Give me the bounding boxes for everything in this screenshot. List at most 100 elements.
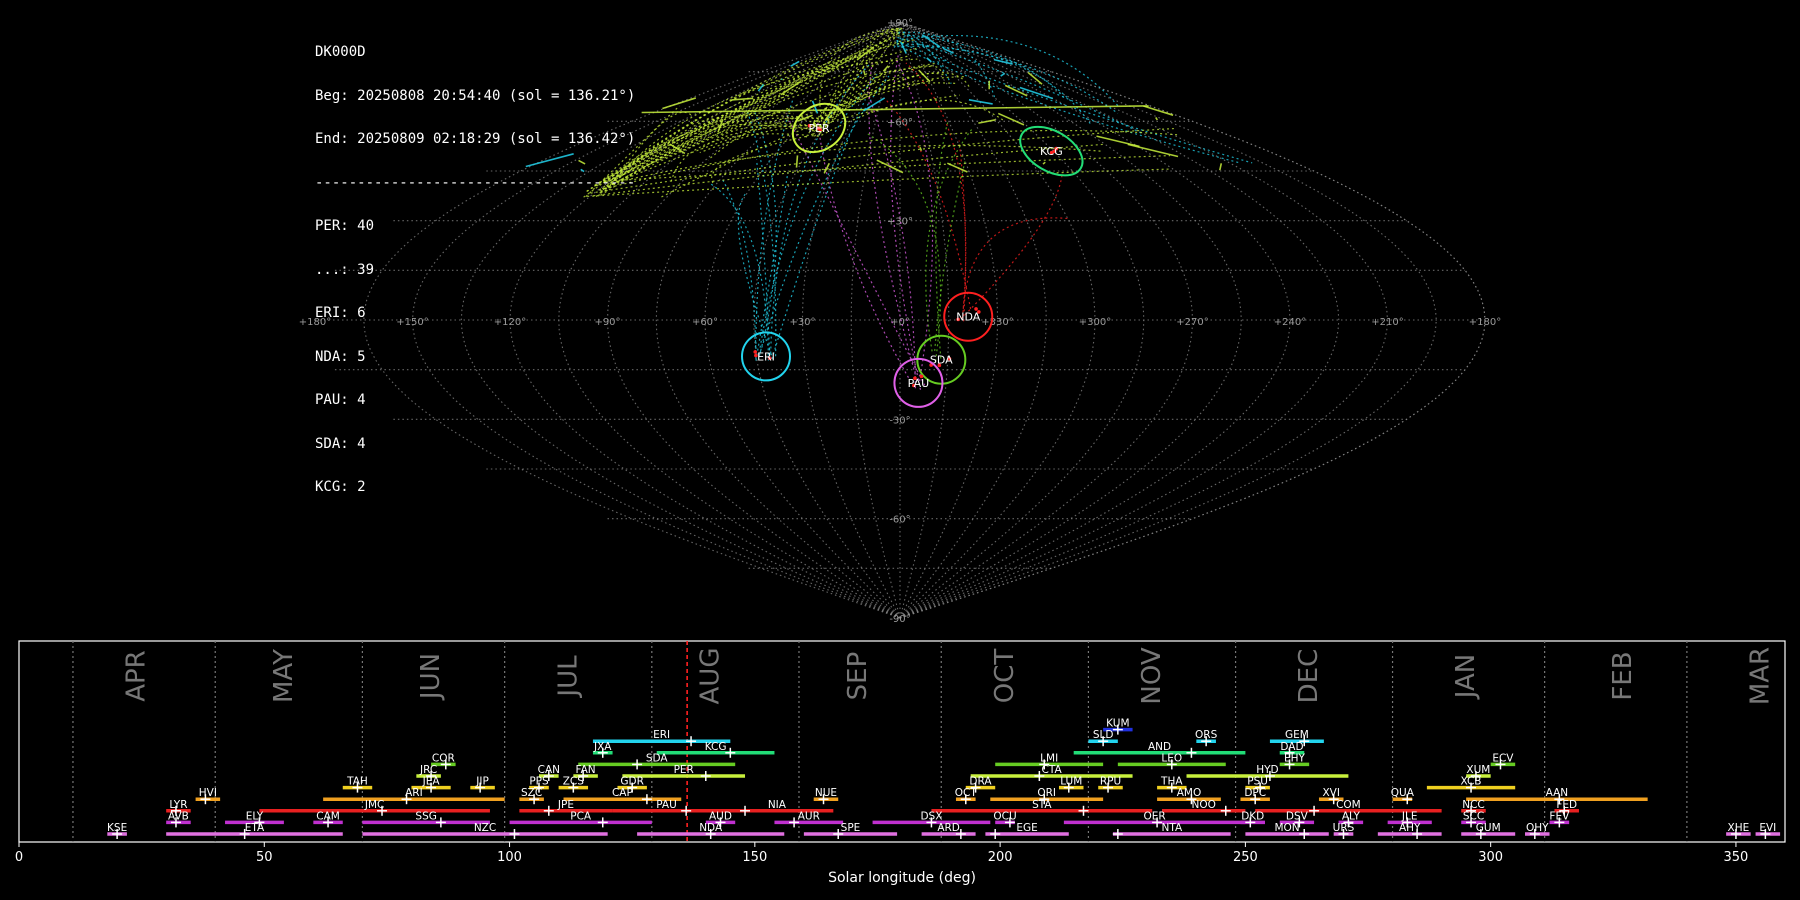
- shower-label: NIA: [768, 799, 787, 811]
- lat-tick-label: -90°: [889, 614, 910, 625]
- shower-count: ERI: 6: [315, 305, 366, 321]
- shower-label: STA: [1032, 799, 1052, 811]
- shower-label: JXA: [593, 741, 612, 753]
- x-tick-label: 200: [988, 850, 1013, 865]
- shower-label: MON: [1274, 822, 1299, 834]
- shower-label: SLD: [1093, 729, 1114, 741]
- shower-label: JPE: [557, 799, 574, 811]
- shower-count: ...: 39: [315, 261, 375, 278]
- station-id: DK000D: [315, 44, 366, 60]
- lat-tick-label: -60°: [889, 515, 910, 526]
- meteor-streak: [795, 155, 799, 168]
- lon-tick-label: +180°: [1469, 317, 1501, 328]
- shower-label: FED: [1556, 799, 1577, 811]
- month-label: FEB: [1608, 651, 1638, 700]
- lat-tick-label: -30°: [889, 415, 910, 426]
- shower-label: HVI: [199, 787, 217, 799]
- shower-label: AUR: [798, 810, 820, 822]
- shower-label: THA: [1160, 776, 1183, 788]
- shower-label: EHY: [1284, 752, 1306, 764]
- month-label: JUL: [553, 655, 583, 699]
- shower-label: AHY: [1399, 822, 1421, 834]
- shower-count: PER: 40: [315, 218, 375, 234]
- shower-label: HYD: [1256, 764, 1278, 776]
- shower-label: GEM: [1285, 729, 1309, 741]
- shower-label: NDA: [699, 822, 723, 834]
- shower-count: NDA: 5: [315, 348, 366, 365]
- shower-label: JIP: [475, 776, 489, 788]
- begin-time: Beg: 20250808 20:54:40 (sol = 136.21°): [315, 87, 636, 104]
- shower-label: XUM: [1466, 764, 1490, 776]
- shower-label: ETA: [245, 822, 265, 834]
- shower-label: EGE: [1016, 822, 1037, 834]
- shower-count: SDA: 4: [315, 435, 366, 452]
- shower-label: AMO: [1177, 787, 1202, 799]
- shower-label: SCC: [1463, 810, 1484, 822]
- x-axis-label: Solar longitude (deg): [828, 870, 976, 886]
- x-tick-label: 350: [1724, 850, 1749, 865]
- lon-tick-label: +270°: [1176, 317, 1208, 328]
- shower-label: SZC: [521, 787, 542, 799]
- shower-label: AUD: [709, 810, 732, 822]
- lon-tick-label: +30°: [789, 317, 815, 328]
- shower-label: ORI: [1037, 787, 1056, 799]
- shower-count: PAU: 4: [315, 392, 366, 408]
- shower-label: DRA: [969, 776, 992, 788]
- shower-label: DSV: [1286, 810, 1309, 822]
- radiant-label: PAU: [908, 377, 930, 390]
- shower-label: SPE: [841, 822, 861, 834]
- lon-tick-label: +0°: [890, 317, 910, 328]
- x-tick-label: 50: [256, 850, 273, 865]
- observation-info: DK000D Beg: 20250808 20:54:40 (sol = 136…: [315, 16, 635, 509]
- shower-label: PSU: [1247, 776, 1268, 788]
- lon-tick-label: +330°: [981, 317, 1013, 328]
- shower-label: XCB: [1461, 776, 1482, 788]
- lon-tick-label: +60°: [692, 317, 718, 328]
- shower-label: SSG: [415, 810, 436, 822]
- shower-label: PAU: [656, 799, 677, 811]
- shower-label: DSX: [920, 810, 942, 822]
- shower-label: CAN: [538, 764, 560, 776]
- shower-label: URS: [1333, 822, 1355, 834]
- shower-label: PPS: [529, 776, 549, 788]
- shower-label: ARI: [405, 787, 423, 799]
- shower-label: EVI: [1759, 822, 1776, 834]
- shower-label: GDR: [620, 776, 644, 788]
- shower-label: NCC: [1462, 799, 1485, 811]
- radiant-label: NDA: [956, 311, 981, 324]
- shower-label: JEA: [422, 776, 441, 788]
- month-label: MAY: [269, 649, 299, 703]
- shower-label: JLE: [1401, 810, 1418, 822]
- shower-label: ERI: [653, 729, 670, 741]
- shower-label: ECV: [1492, 752, 1514, 764]
- x-tick-label: 250: [1233, 850, 1258, 865]
- shower-label: SDA: [646, 752, 669, 764]
- shower-label: CAP: [612, 787, 633, 799]
- shower-label: KUM: [1106, 718, 1129, 730]
- radiant-label: KCG: [1040, 145, 1063, 158]
- lon-tick-label: +240°: [1274, 317, 1306, 328]
- month-label: NOV: [1137, 647, 1167, 704]
- lon-tick-label: +210°: [1371, 317, 1403, 328]
- separator: --------------------------------------: [315, 174, 636, 191]
- shower-label: JRC: [419, 764, 437, 776]
- x-tick-label: 150: [742, 850, 767, 865]
- shower-label: KSE: [107, 822, 127, 834]
- shower-label: ZCS: [563, 776, 585, 788]
- month-label: JAN: [1451, 654, 1481, 700]
- shower-label: OCT: [955, 787, 978, 799]
- shower-label: FAN: [576, 764, 596, 776]
- shower-label: DKD: [1241, 810, 1264, 822]
- lat-tick-label: +90°: [887, 18, 913, 29]
- x-tick-label: 0: [15, 850, 23, 865]
- meteor-figure: +180° +150° +120° +90° +60° +30° +0° +330° +300°…: [0, 0, 1800, 900]
- shower-label: AND: [1148, 741, 1171, 753]
- shower-label: AAN: [1546, 787, 1569, 799]
- shower-label: COM: [1336, 799, 1361, 811]
- shower-label: XVI: [1322, 787, 1339, 799]
- shower-label: KCG: [705, 741, 727, 753]
- shower-label: DPC: [1244, 787, 1266, 799]
- shower-label: PCA: [570, 810, 592, 822]
- shower-label: TAH: [346, 776, 368, 788]
- shower-label: RPU: [1100, 776, 1121, 788]
